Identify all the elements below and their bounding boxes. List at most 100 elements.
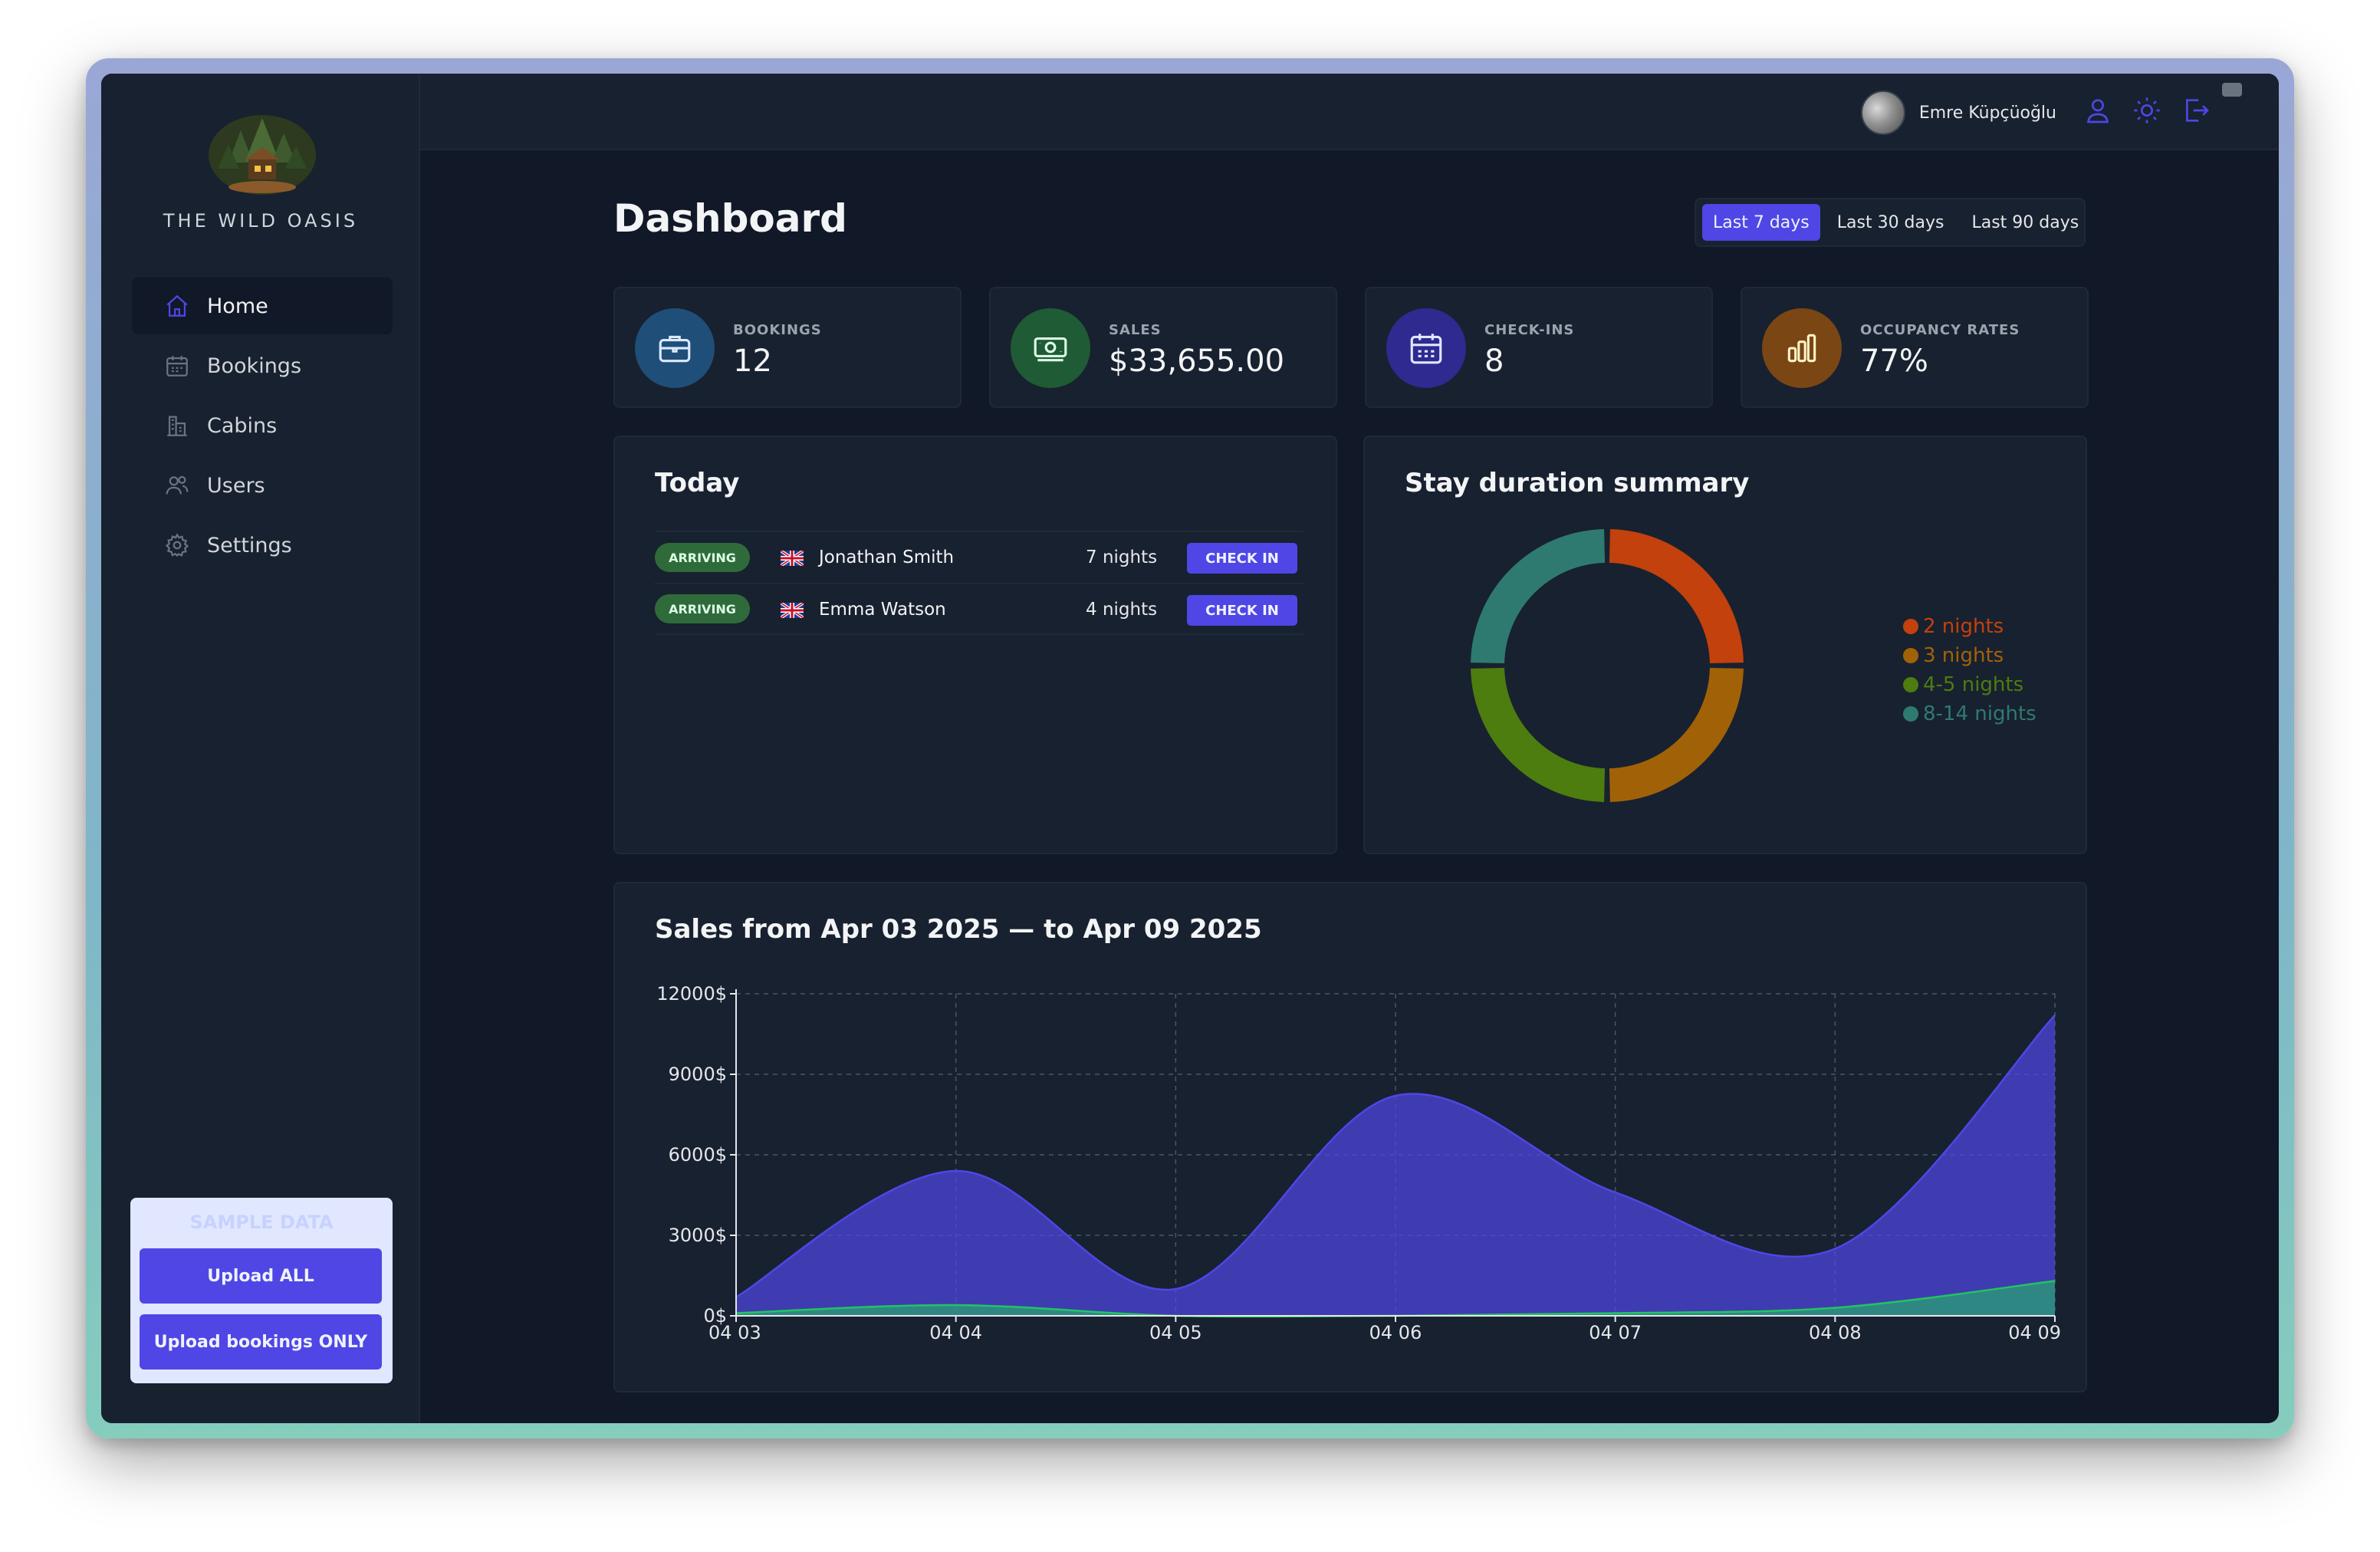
stat-label: SALES xyxy=(1109,322,1162,338)
legend-item: 2 nights xyxy=(1903,612,2036,641)
upload-all-button[interactable]: Upload ALL xyxy=(140,1248,382,1304)
legend-item: 4-5 nights xyxy=(1903,670,2036,699)
status-badge: ARRIVING xyxy=(655,543,750,572)
user-icon[interactable] xyxy=(2082,95,2113,126)
today-title: Today xyxy=(655,468,740,498)
stat-value: 8 xyxy=(1484,344,1504,379)
sidebar-item-bookings[interactable]: Bookings xyxy=(132,337,393,394)
x-tick-label: 04 07 xyxy=(1589,1322,1642,1343)
brand-name: THE WILD OASIS xyxy=(163,210,359,232)
stat-label: OCCUPANCY RATES xyxy=(1860,322,2020,338)
filter-last-90-days[interactable]: Last 90 days xyxy=(1961,204,2089,241)
legend-label: 2 nights xyxy=(1923,615,2004,638)
cabin-icon xyxy=(167,416,187,436)
uk-flag-icon xyxy=(781,603,804,618)
upload-bookings-button[interactable]: Upload bookings ONLY xyxy=(140,1314,382,1370)
stay-duration-panel: Stay duration summary 2 nights 3 nights … xyxy=(1363,436,2087,854)
legend-label: 4-5 nights xyxy=(1923,673,2024,696)
sidebar-nav: Home Bookings Cabins Users Settings xyxy=(132,278,393,577)
briefcase-icon xyxy=(659,335,691,363)
guest-name: Emma Watson xyxy=(819,600,946,620)
stat-icon-circle xyxy=(635,308,715,388)
home-icon xyxy=(166,294,188,317)
x-tick-label: 04 06 xyxy=(1369,1322,1422,1343)
y-tick-label: 3000$ xyxy=(669,1225,727,1246)
header-icons xyxy=(2082,95,2211,126)
calendar-icon xyxy=(166,356,188,376)
stat-bookings: BOOKINGS 12 xyxy=(613,287,962,408)
nights-count: 7 nights xyxy=(1086,547,1158,567)
list-item: ARRIVING Jonathan Smith 7 nights CHECK I… xyxy=(655,531,1303,583)
y-tick-label: 12000$ xyxy=(656,983,727,1005)
sidebar-item-label: Settings xyxy=(207,533,292,557)
legend-dot xyxy=(1903,677,1918,692)
sidebar-item-home[interactable]: Home xyxy=(132,278,393,334)
donut-slice xyxy=(1471,529,1606,664)
donut-slice xyxy=(1471,667,1606,802)
stat-check-ins: CHECK-INS 8 xyxy=(1365,287,1713,408)
top-header: Emre Küpçüoğlu xyxy=(420,74,2279,150)
sidebar-item-cabins[interactable]: Cabins xyxy=(132,397,393,454)
x-tick-label: 04 05 xyxy=(1149,1322,1202,1343)
legend-item: 8-14 nights xyxy=(1903,699,2036,728)
y-tick-label: 6000$ xyxy=(669,1144,727,1166)
y-tick-label: 9000$ xyxy=(669,1064,727,1085)
users-icon xyxy=(166,475,189,495)
sidebar-item-users[interactable]: Users xyxy=(132,457,393,514)
window-toggle[interactable] xyxy=(2222,83,2242,97)
legend-label: 8-14 nights xyxy=(1923,702,2036,725)
donut-slice xyxy=(1609,667,1744,802)
donut-legend: 2 nights 3 nights 4-5 nights 8-14 nights xyxy=(1903,612,2036,728)
sales-panel: Sales from Apr 03 2025 — to Apr 09 2025 … xyxy=(613,882,2087,1393)
uploader-title: SAMPLE DATA xyxy=(189,1212,334,1233)
stat-label: BOOKINGS xyxy=(733,322,822,338)
stat-value: $33,655.00 xyxy=(1109,344,1285,379)
legend-dot xyxy=(1903,619,1918,634)
logout-icon[interactable] xyxy=(2181,95,2211,126)
filter-last-30-days[interactable]: Last 30 days xyxy=(1826,204,1955,241)
stat-occupancy: OCCUPANCY RATES 77% xyxy=(1741,287,2089,408)
today-panel: Today ARRIVING Jonathan Smith 7 nights C… xyxy=(613,436,1337,854)
sidebar-item-label: Cabins xyxy=(207,413,278,438)
banknote-icon xyxy=(1034,337,1067,362)
uk-flag-icon xyxy=(781,551,804,566)
user-info: Emre Küpçüoğlu xyxy=(1860,90,2056,135)
gear-icon xyxy=(165,533,189,557)
stat-value: 12 xyxy=(733,344,772,379)
sample-data-uploader: SAMPLE DATA Upload ALL Upload bookings O… xyxy=(130,1198,393,1383)
avatar xyxy=(1860,90,1905,135)
sun-icon[interactable] xyxy=(2132,95,2162,126)
sidebar-item-label: Users xyxy=(207,473,265,498)
check-in-button[interactable]: CHECK IN xyxy=(1187,543,1297,574)
stat-sales: SALES $33,655.00 xyxy=(989,287,1337,408)
sidebar-item-settings[interactable]: Settings xyxy=(132,517,393,574)
sales-area-chart: 0$3000$6000$9000$12000$04 03 04 04 04 05 04… xyxy=(656,983,2061,1343)
stat-value: 77% xyxy=(1860,344,1928,379)
x-tick-label: 04 09 xyxy=(2008,1322,2061,1343)
page-title: Dashboard xyxy=(613,196,847,241)
check-in-button[interactable]: CHECK IN xyxy=(1187,595,1297,626)
user-name: Emre Küpçüoğlu xyxy=(1918,103,2056,123)
guest-name: Jonathan Smith xyxy=(819,547,955,567)
stat-icon-circle xyxy=(1762,308,1842,388)
stat-icon-circle xyxy=(1011,308,1090,388)
app-window: THE WILD OASIS Home Bookings Cabins User… xyxy=(101,74,2279,1423)
filter-last-7-days[interactable]: Last 7 days xyxy=(1702,204,1820,241)
sidebar-item-label: Home xyxy=(207,294,268,318)
date-filter: Last 7 days Last 30 days Last 90 days xyxy=(1695,198,2086,247)
status-badge: ARRIVING xyxy=(655,594,750,623)
legend-item: 3 nights xyxy=(1903,641,2036,670)
x-tick-label: 04 08 xyxy=(1809,1322,1862,1343)
sidebar: THE WILD OASIS Home Bookings Cabins User… xyxy=(101,74,420,1423)
donut-slice xyxy=(1609,529,1744,664)
x-tick-label: 04 04 xyxy=(929,1322,982,1343)
stat-label: CHECK-INS xyxy=(1484,322,1575,338)
wild-oasis-logo xyxy=(209,115,316,195)
x-tick-label: 04 03 xyxy=(708,1322,761,1343)
calendar-icon xyxy=(1410,334,1442,364)
stat-icon-circle xyxy=(1386,308,1466,388)
sidebar-item-label: Bookings xyxy=(207,353,302,378)
nights-count: 4 nights xyxy=(1086,600,1158,620)
today-list: ARRIVING Jonathan Smith 7 nights CHECK I… xyxy=(655,531,1303,635)
legend-dot xyxy=(1903,648,1918,663)
